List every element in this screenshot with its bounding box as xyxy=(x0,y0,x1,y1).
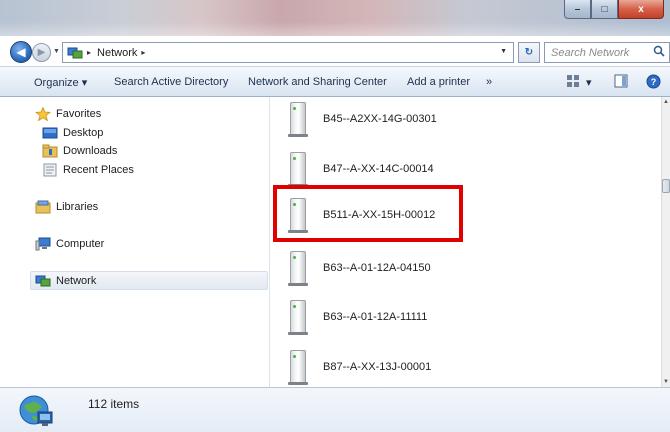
refresh-button[interactable]: ↻ xyxy=(518,42,540,63)
nav-item-libraries[interactable]: Libraries xyxy=(35,200,98,214)
nav-item-recent-places[interactable]: Recent Places xyxy=(42,163,134,177)
nav-item-label: Recent Places xyxy=(63,164,134,176)
search-placeholder: Search Network xyxy=(551,46,630,59)
address-row: ◀ ▶ ▼ ▸ Network ▸ ▼ ↻ Search Network xyxy=(0,36,670,66)
server-icon xyxy=(287,250,309,286)
nav-item-label: Desktop xyxy=(63,127,104,139)
nav-item-desktop[interactable]: Desktop xyxy=(42,126,103,140)
computer-icon xyxy=(35,237,51,251)
item-count: 112 items xyxy=(88,397,140,411)
downloads-folder-icon xyxy=(42,144,58,158)
item-name: B63--A-01-12A-04150 xyxy=(323,262,431,274)
list-item[interactable]: B45--A2XX-14G-00301 xyxy=(287,99,437,139)
network-icon xyxy=(35,274,51,288)
search-icon[interactable] xyxy=(653,45,669,60)
list-item[interactable]: B87--A-XX-13J-00001 xyxy=(287,347,431,387)
details-pane: 112 items xyxy=(0,387,670,432)
list-item[interactable]: B63--A-01-12A-11111 xyxy=(287,297,427,337)
close-button[interactable]: x xyxy=(618,0,664,19)
search-active-directory-button[interactable]: Search Active Directory xyxy=(114,76,228,88)
nav-item-label: Favorites xyxy=(56,108,102,120)
nav-item-computer[interactable]: Computer xyxy=(35,237,104,251)
address-bar[interactable]: ▸ Network ▸ ▼ xyxy=(62,42,514,63)
server-icon xyxy=(287,101,309,137)
scroll-thumb[interactable] xyxy=(662,179,670,193)
nav-item-label: Computer xyxy=(56,238,105,250)
address-dropdown-icon[interactable]: ▼ xyxy=(500,48,507,55)
view-options-dropdown[interactable]: ▾ xyxy=(586,76,592,89)
item-name: B63--A-01-12A-11111 xyxy=(323,311,428,323)
server-icon xyxy=(287,299,309,335)
nav-item-downloads[interactable]: Downloads xyxy=(42,144,117,158)
item-name: B87--A-XX-13J-00001 xyxy=(323,361,432,373)
network-globe-icon xyxy=(18,394,54,428)
nav-item-favorites[interactable]: Favorites xyxy=(34,106,102,122)
network-icon xyxy=(67,46,83,60)
nav-item-label: Network xyxy=(56,274,97,287)
forward-button[interactable]: ▶ xyxy=(32,43,51,62)
recent-pages-dropdown[interactable]: ▼ xyxy=(53,48,60,55)
star-icon xyxy=(34,106,52,122)
preview-pane-icon[interactable] xyxy=(614,74,628,91)
title-bar: – □ x xyxy=(0,0,670,36)
file-list: B45--A2XX-14G-00301 B47--A-XX-14C-00014 … xyxy=(271,97,661,387)
svg-text:?: ? xyxy=(651,77,657,87)
navigation-pane: Favorites Desktop Downloads Recent Place… xyxy=(0,97,270,387)
list-item[interactable]: B63--A-01-12A-04150 xyxy=(287,248,431,288)
search-input[interactable]: Search Network xyxy=(544,42,670,63)
change-view-icon[interactable] xyxy=(566,74,580,91)
item-name: B45--A2XX-14G-00301 xyxy=(323,113,437,125)
highlight-box xyxy=(273,185,463,242)
nav-item-label: Libraries xyxy=(56,201,99,213)
organize-menu[interactable]: Organize ▾ xyxy=(34,76,87,89)
back-button[interactable]: ◀ xyxy=(10,41,32,63)
nav-item-label: Downloads xyxy=(63,145,118,157)
nav-item-network[interactable]: Network xyxy=(30,271,268,290)
recent-places-icon xyxy=(42,163,58,177)
server-icon xyxy=(287,349,309,385)
network-sharing-center-button[interactable]: Network and Sharing Center xyxy=(248,76,387,88)
breadcrumb-separator-trailing[interactable]: ▸ xyxy=(141,48,145,57)
libraries-icon xyxy=(35,200,51,214)
item-name: B47--A-XX-14C-00014 xyxy=(323,163,434,175)
vertical-scrollbar[interactable]: ▲ ▼ xyxy=(661,97,670,387)
command-bar: Organize ▾ Search Active Directory Netwo… xyxy=(0,66,670,97)
breadcrumb-separator[interactable]: ▸ xyxy=(87,48,91,57)
add-printer-button[interactable]: Add a printer xyxy=(407,76,470,88)
scroll-up-icon[interactable]: ▲ xyxy=(663,99,669,105)
desktop-icon xyxy=(42,126,58,140)
more-commands-button[interactable]: » xyxy=(486,76,492,88)
server-icon xyxy=(287,151,309,187)
minimize-button[interactable]: – xyxy=(564,0,591,19)
breadcrumb-network[interactable]: Network xyxy=(97,47,137,59)
maximize-button[interactable]: □ xyxy=(591,0,618,19)
window-controls: – □ x xyxy=(564,0,664,19)
help-icon[interactable]: ? xyxy=(646,74,661,92)
list-item[interactable]: B47--A-XX-14C-00014 xyxy=(287,149,434,189)
scroll-down-icon[interactable]: ▼ xyxy=(663,379,669,385)
